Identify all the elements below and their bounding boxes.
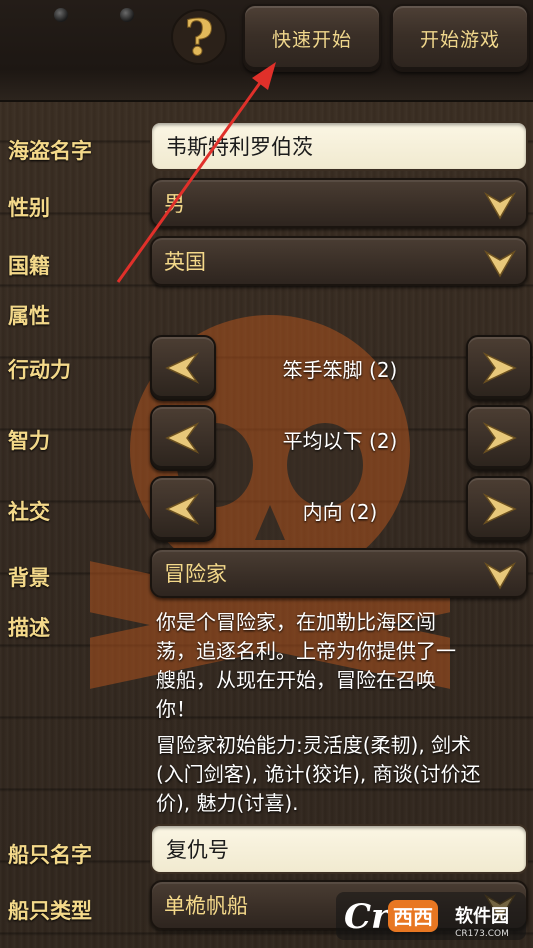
- watermark-url: CR173.COM: [455, 929, 509, 939]
- watermark-brand: 西西: [393, 905, 433, 929]
- watermark-text: 软件园: [455, 905, 509, 927]
- watermark-logo-icon: Cr 西西 软件园 CR173.COM: [336, 892, 526, 940]
- site-watermark-logo: Cr 西西 软件园 CR173.COM: [336, 888, 526, 944]
- annotation-arrow-icon: [116, 62, 276, 283]
- svg-text:Cr: Cr: [344, 897, 391, 937]
